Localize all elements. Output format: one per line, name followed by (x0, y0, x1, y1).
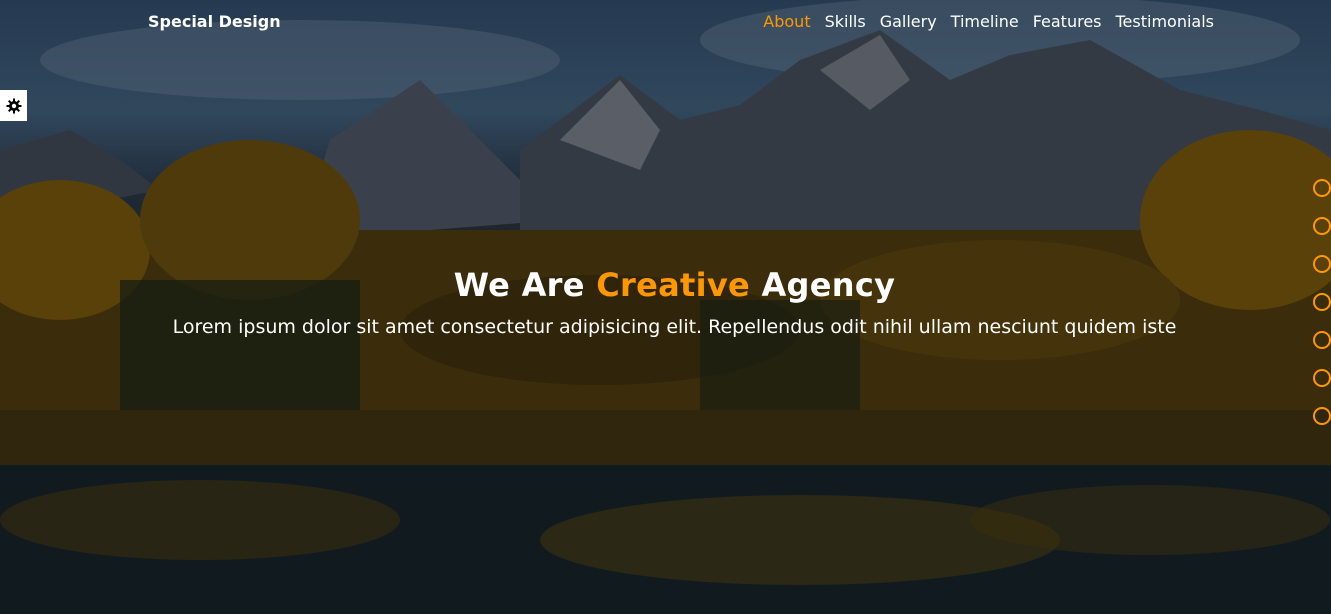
heading-accent: Creative (596, 266, 751, 304)
nav-link-features[interactable]: Features (1033, 12, 1102, 31)
landing-hero: Special Design About Skills Gallery Time… (0, 0, 1331, 614)
nav-bullet[interactable] (1313, 407, 1331, 425)
gear-icon (6, 98, 21, 113)
main-navigation: About Skills Gallery Timeline Features T… (763, 12, 1214, 31)
heading-end: Agency (761, 266, 896, 304)
nav-link-skills[interactable]: Skills (825, 12, 866, 31)
nav-link-testimonials[interactable]: Testimonials (1116, 12, 1215, 31)
nav-bullet[interactable] (1313, 369, 1331, 387)
intro-text: We Are Creative Agency Lorem ipsum dolor… (0, 266, 1331, 338)
nav-bullet[interactable] (1313, 179, 1331, 197)
nav-link-timeline[interactable]: Timeline (951, 12, 1019, 31)
nav-bullet[interactable] (1313, 217, 1331, 235)
site-logo[interactable]: Special Design (148, 12, 281, 31)
nav-link-about[interactable]: About (763, 12, 810, 31)
nav-link-gallery[interactable]: Gallery (880, 12, 937, 31)
hero-paragraph: Lorem ipsum dolor sit amet consectetur a… (172, 316, 1177, 338)
settings-toggle-button[interactable] (0, 90, 27, 121)
heading-start: We Are (453, 266, 585, 304)
hero-heading: We Are Creative Agency (9, 266, 1331, 304)
